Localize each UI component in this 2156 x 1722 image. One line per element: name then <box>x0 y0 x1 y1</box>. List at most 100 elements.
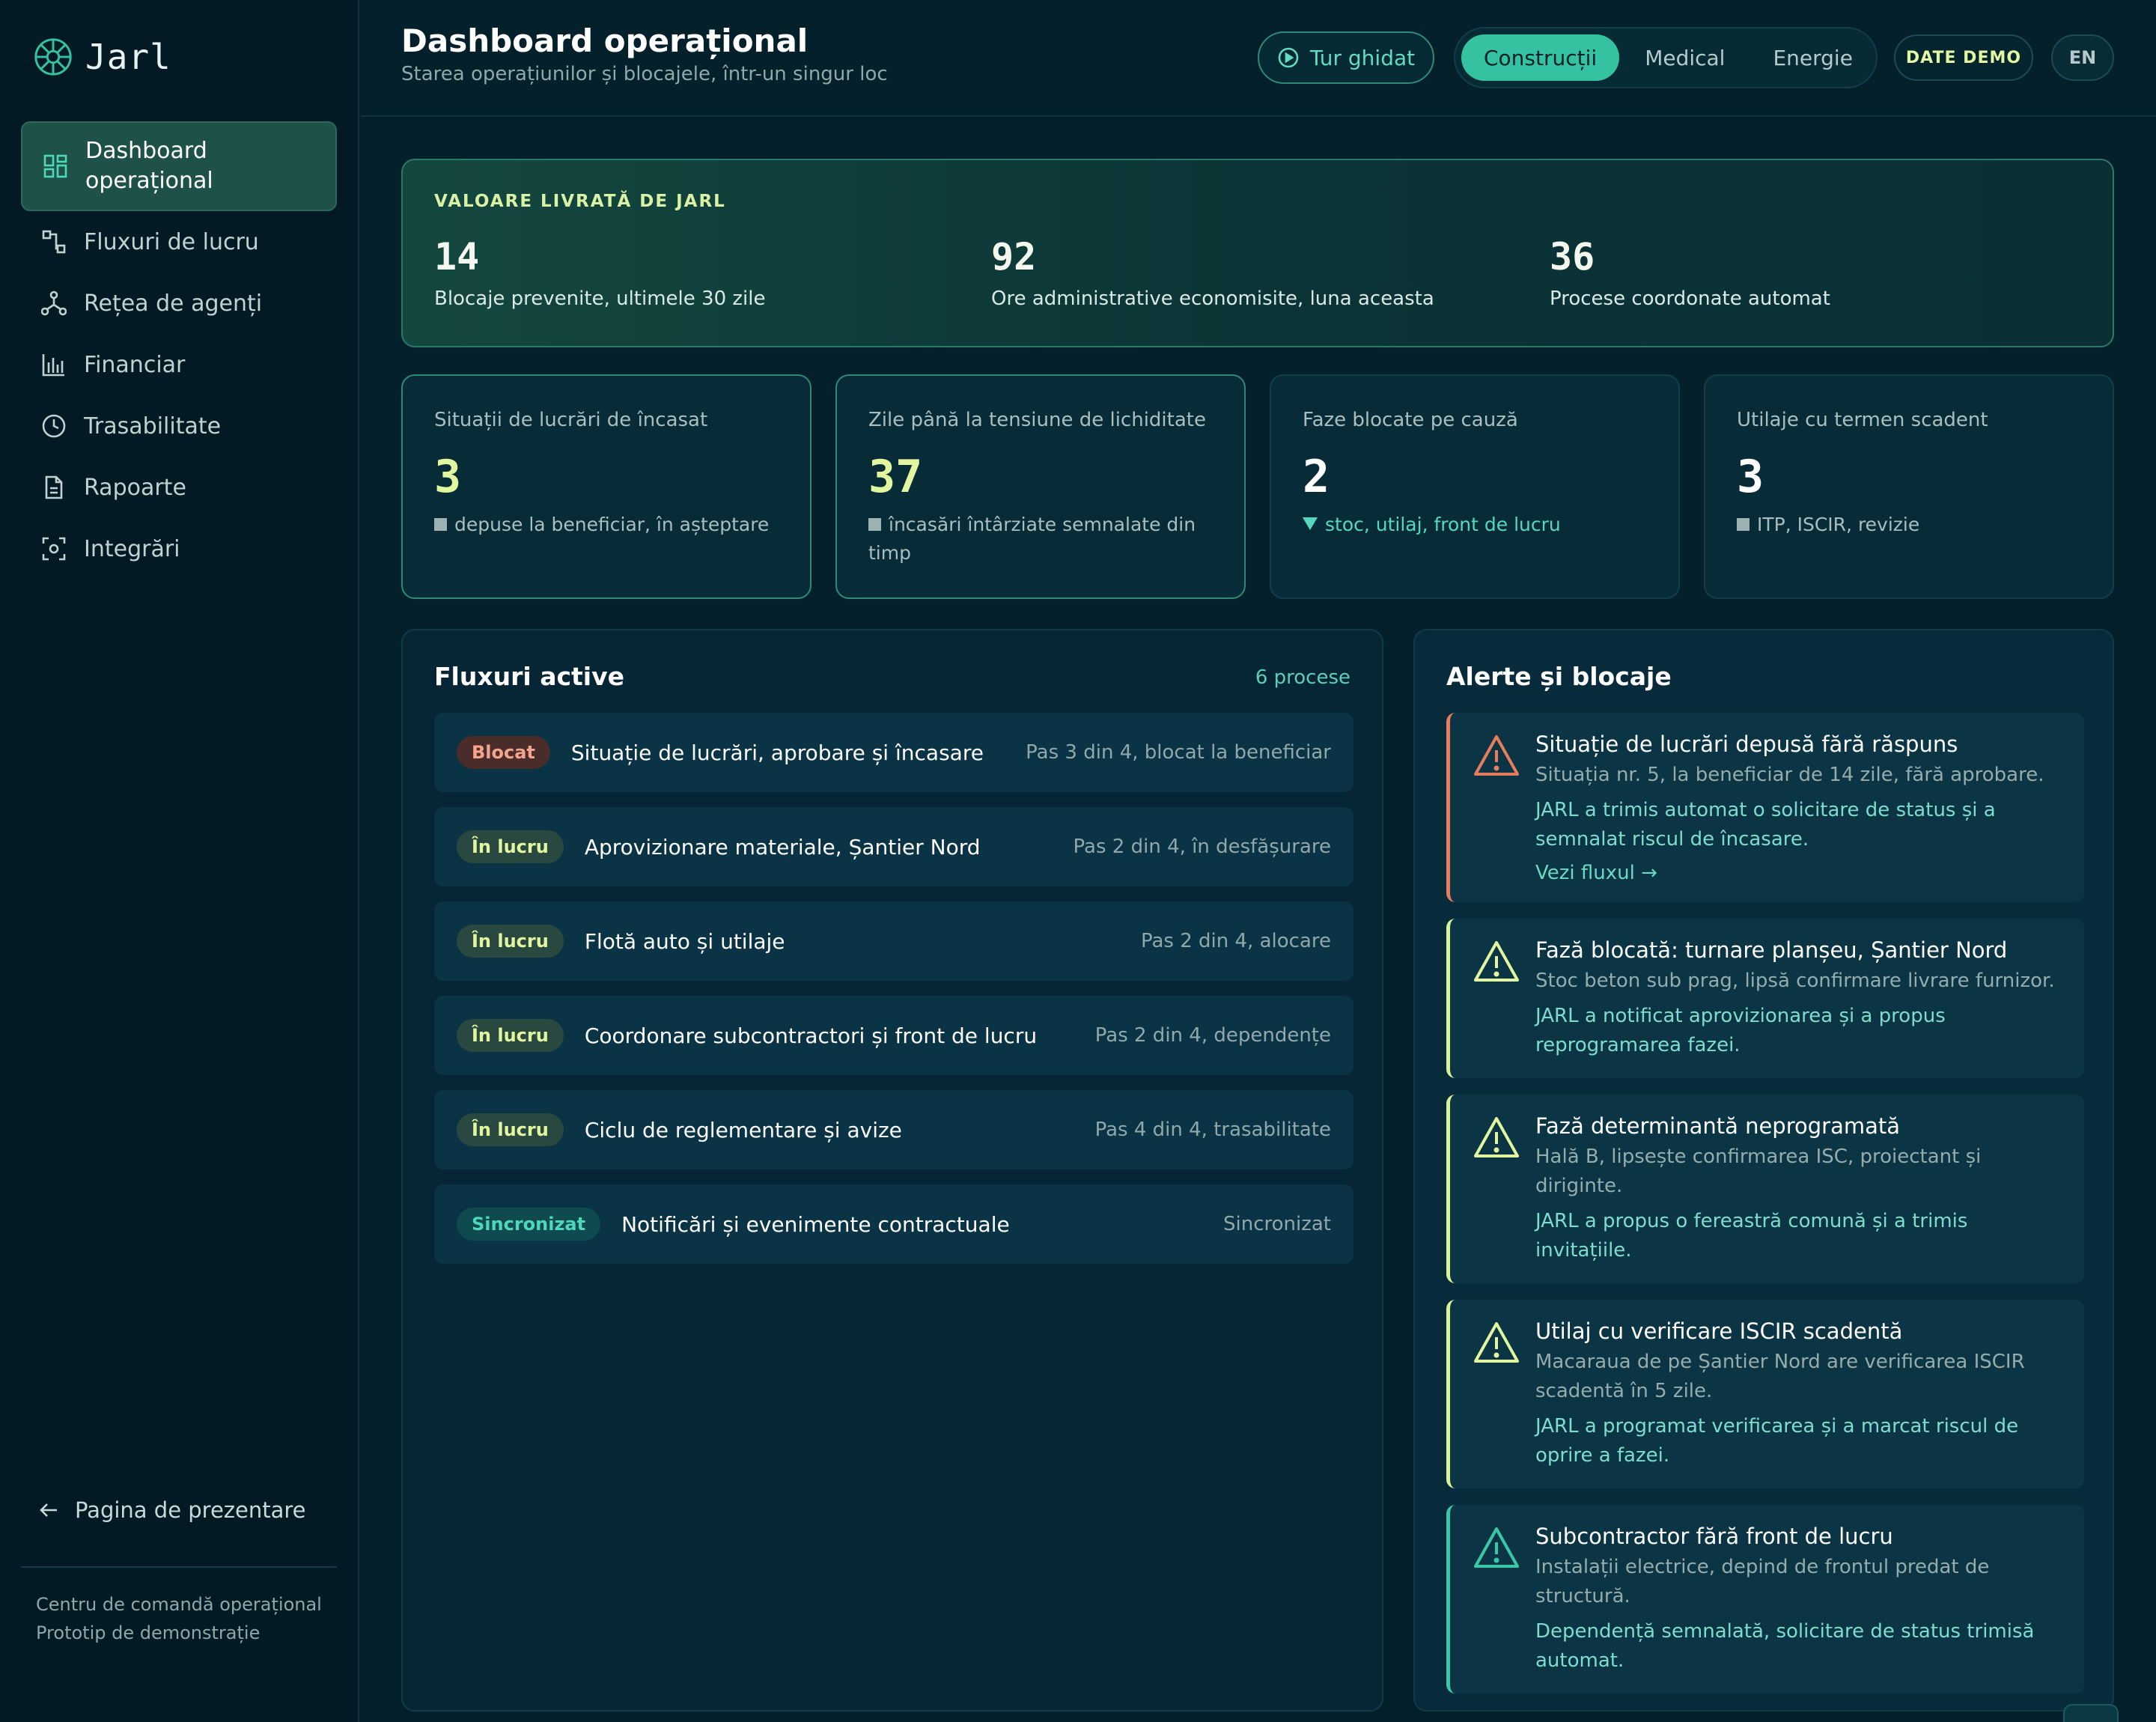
flow-name: Coordonare subcontractori și front de lu… <box>584 1023 1038 1048</box>
alert-action: JARL a notificat aprovizionarea și a pro… <box>1535 1005 1946 1056</box>
alert-description: Situația nr. 5, la beneficiar de 14 zile… <box>1535 764 2044 786</box>
flow-list: Blocat Situație de lucrări, aprobare și … <box>434 713 1353 1279</box>
status-badge: În lucru <box>457 1113 564 1146</box>
alert-action: JARL a propus o fereastră comună și a tr… <box>1535 1210 1968 1262</box>
kpi-note-text: depuse la beneficiar, în așteptare <box>454 514 770 535</box>
kpi-note: încasări întârziate semnalate din timp <box>868 511 1220 568</box>
flow-row[interactable]: În lucru Flotă auto și utilaje Pas 2 din… <box>434 901 1353 981</box>
back-link-label: Pagina de prezentare <box>75 1497 306 1523</box>
sidebar-item-reports[interactable]: Rapoarte <box>21 457 337 518</box>
page-title: Dashboard operațional <box>401 22 808 59</box>
status-badge: În lucru <box>457 1019 564 1052</box>
flow-row[interactable]: În lucru Coordonare subcontractori și fr… <box>434 996 1353 1075</box>
view-flow-link[interactable]: Vezi fluxul → <box>1535 862 2065 884</box>
alert-item[interactable]: Utilaj cu verificare ISCIR scadentă Maca… <box>1446 1300 2084 1488</box>
sidebar-item-workflows[interactable]: Fluxuri de lucru <box>21 211 337 273</box>
alert-title: Subcontractor fără front de lucru <box>1535 1524 1893 1549</box>
back-to-landing-link[interactable]: Pagina de prezentare <box>37 1497 306 1523</box>
top-header: Dashboard operațional Starea operațiunil… <box>361 0 2156 117</box>
segment-constructii[interactable]: Construcții <box>1461 34 1620 81</box>
warning-triangle-icon <box>1474 735 1519 776</box>
value-stat: 14 Blocaje prevenite, ultimele 30 zile <box>434 235 765 310</box>
alert-title: Fază blocată: turnare planșeu, Șantier N… <box>1535 937 2008 963</box>
flow-row[interactable]: Blocat Situație de lucrări, aprobare și … <box>434 713 1353 792</box>
flow-row[interactable]: În lucru Aprovizionare materiale, Șantie… <box>434 807 1353 886</box>
sidebar-item-label: Integrări <box>84 535 180 562</box>
sidebar-item-label: Financiar <box>84 351 186 378</box>
flow-name: Notificări și evenimente contractuale <box>621 1211 1010 1237</box>
square-marker-icon <box>1737 518 1750 531</box>
sidebar-item-integrations[interactable]: Integrări <box>21 518 337 579</box>
sidebar-item-traceability[interactable]: Trasabilitate <box>21 395 337 457</box>
alert-item[interactable]: Fază blocată: turnare planșeu, Șantier N… <box>1446 919 2084 1078</box>
sidebar-footer: Centru de comandă operațional Prototip d… <box>36 1590 335 1647</box>
alert-item[interactable]: Subcontractor fără front de lucru Instal… <box>1446 1505 2084 1694</box>
value-stat-number: 14 <box>434 235 480 279</box>
value-stat: 36 Procese coordonate automat <box>1550 235 1830 310</box>
segment-energie[interactable]: Energie <box>1750 34 1875 81</box>
alert-title: Situație de lucrări depusă fără răspuns <box>1535 731 1958 757</box>
tour-button-label: Tur ghidat <box>1309 45 1416 70</box>
sidebar-item-dashboard[interactable]: Dashboard operațional <box>21 121 337 211</box>
app-logo[interactable]: Jarl <box>31 33 171 81</box>
process-count: 6 procese <box>1255 666 1350 689</box>
grid-icon <box>42 153 69 180</box>
alert-action: Dependență semnalată, solicitare de stat… <box>1535 1620 2035 1672</box>
kpi-note: stoc, utilaj, front de lucru <box>1303 511 1654 539</box>
kpi-card-receivables[interactable]: Situații de lucrări de încasat 3 depuse … <box>401 374 811 599</box>
alert-description: Macaraua de pe Șantier Nord are verifica… <box>1535 1351 2025 1402</box>
clock-icon <box>40 413 67 439</box>
arrow-left-icon <box>40 1503 57 1517</box>
alerts-panel: Alerte și blocaje Situație de lucrări de… <box>1413 629 2114 1712</box>
alert-description: Instalații electrice, depind de frontul … <box>1535 1556 1990 1607</box>
value-stat-label: Procese coordonate automat <box>1550 287 1830 310</box>
alert-description: Hală B, lipsește confirmarea ISC, proiec… <box>1535 1146 1982 1197</box>
sidebar-item-financial[interactable]: Financiar <box>21 334 337 395</box>
value-stat: 92 Ore administrative economisite, luna … <box>991 235 1434 310</box>
value-banner-title: VALOARE LIVRATĂ DE JARL <box>434 192 726 211</box>
kpi-card-blocked-phases[interactable]: Faze blocate pe cauză 2 stoc, utilaj, fr… <box>1270 374 1680 599</box>
kpi-title: Zile până la tensiune de lichiditate <box>868 409 1206 431</box>
alert-description: Stoc beton sub prag, lipsă confirmare li… <box>1535 970 2055 992</box>
flow-row[interactable]: Sincronizat Notificări și evenimente con… <box>434 1184 1353 1264</box>
sidebar-item-agent-network[interactable]: Rețea de agenți <box>21 273 337 334</box>
alert-action: JARL a programat verificarea și a marcat… <box>1535 1415 2019 1467</box>
scan-icon <box>40 535 67 562</box>
network-icon <box>40 290 67 317</box>
demo-data-badge: DATE DEMO <box>1894 34 2033 81</box>
flow-step: Sincronizat <box>1222 1213 1331 1235</box>
sidebar-item-label: Dashboard operațional <box>85 138 213 194</box>
panel-title: Fluxuri active <box>434 662 625 691</box>
kpi-value: 37 <box>868 451 923 503</box>
segment-medical[interactable]: Medical <box>1622 34 1747 81</box>
alert-title: Utilaj cu verificare ISCIR scadentă <box>1535 1318 1903 1344</box>
sidebar-item-label: Rețea de agenți <box>84 290 263 317</box>
kpi-note-text: încasări întârziate semnalate din timp <box>868 514 1196 564</box>
page-subtitle: Starea operațiunilor și blocajele, într-… <box>401 63 888 85</box>
sidebar-divider <box>21 1566 337 1568</box>
alert-item[interactable]: Fază determinantă neprogramată Hală B, l… <box>1446 1095 2084 1283</box>
value-stat-label: Blocaje prevenite, ultimele 30 zile <box>434 287 766 310</box>
value-stat-number: 36 <box>1550 235 1595 279</box>
kpi-note: ITP, ISCIR, revizie <box>1737 511 2089 539</box>
status-badge: În lucru <box>457 830 564 863</box>
guided-tour-button[interactable]: Tur ghidat <box>1258 31 1434 84</box>
language-toggle-button[interactable]: EN <box>2051 34 2114 81</box>
industry-segment-control: Construcții Medical Energie <box>1454 27 1878 88</box>
flow-name: Situație de lucrări, aprobare și încasar… <box>570 740 984 765</box>
warning-triangle-icon <box>1474 1527 1519 1568</box>
scroll-top-button[interactable] <box>2063 1704 2119 1722</box>
kpi-title: Utilaje cu termen scadent <box>1737 409 1988 431</box>
flow-row[interactable]: În lucru Ciclu de reglementare și avize … <box>434 1090 1353 1169</box>
kpi-card-equipment-due[interactable]: Utilaje cu termen scadent 3 ITP, ISCIR, … <box>1704 374 2114 599</box>
flow-step: Pas 2 din 4, în desfășurare <box>1073 836 1331 858</box>
document-icon <box>40 474 67 501</box>
warning-triangle-icon <box>1474 1322 1519 1363</box>
active-flows-panel: Fluxuri active 6 procese Blocat Situație… <box>401 629 1383 1712</box>
kpi-note-text: stoc, utilaj, front de lucru <box>1325 514 1561 535</box>
kpi-card-liquidity[interactable]: Zile până la tensiune de lichiditate 37 … <box>835 374 1246 599</box>
kpi-value: 3 <box>1737 451 1764 503</box>
kpi-note: depuse la beneficiar, în așteptare <box>434 511 786 539</box>
alert-item[interactable]: Situație de lucrări depusă fără răspuns … <box>1446 713 2084 902</box>
warning-triangle-icon <box>1474 941 1519 982</box>
